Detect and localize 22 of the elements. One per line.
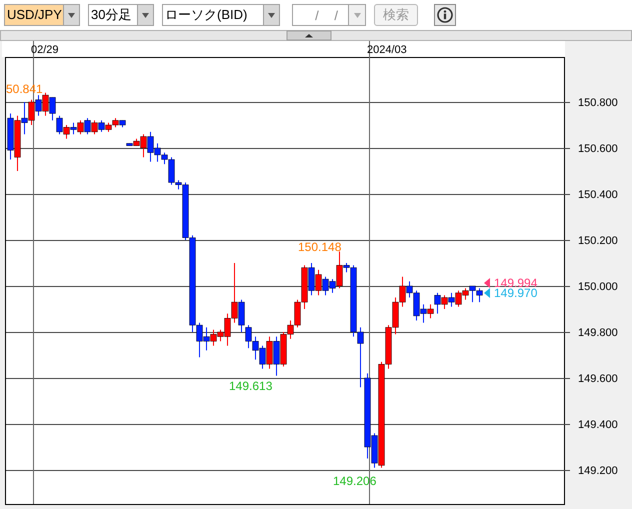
price-axis-label: 150.800 — [578, 97, 618, 109]
price-axis-label: 150.400 — [578, 189, 618, 201]
info-button[interactable] — [434, 4, 456, 26]
price-axis-label: 150.000 — [578, 281, 618, 293]
caret-icon — [142, 12, 149, 18]
caret-icon — [268, 12, 275, 18]
price-axis-label: 150.200 — [578, 235, 618, 247]
caret-icon — [354, 12, 360, 18]
price-annotation: 149.613 — [229, 379, 272, 393]
price-axis-label: 149.200 — [578, 465, 618, 477]
currency-pair-dropdown[interactable]: USD/JPY — [4, 4, 80, 26]
current-price-label: 149.970 — [494, 286, 538, 300]
timeframe-dropdown[interactable]: 30分足 — [88, 4, 154, 26]
price-axis-label: 149.600 — [578, 373, 618, 385]
price-axis-label: 150.600 — [578, 143, 618, 155]
caret-icon — [68, 12, 75, 18]
price-annotation: 150.148 — [298, 240, 342, 254]
scroll-up-button[interactable] — [286, 30, 332, 40]
price-axis-label: 149.800 — [578, 327, 618, 339]
price-axis-label: 149.400 — [578, 419, 618, 431]
info-icon — [437, 7, 453, 23]
chart-type-dropdown[interactable]: ローソク(BID) — [162, 4, 280, 26]
